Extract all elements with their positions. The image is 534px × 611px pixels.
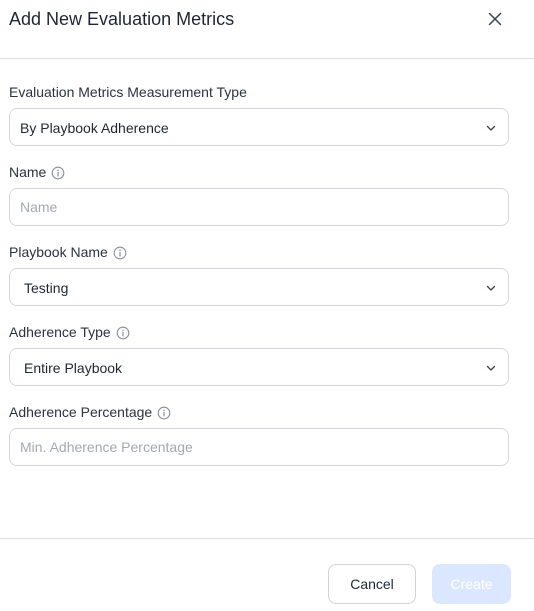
measurement-type-value: By Playbook Adherence bbox=[20, 120, 169, 136]
adherence-percentage-input[interactable] bbox=[10, 429, 508, 465]
dialog-footer: Cancel Create bbox=[0, 538, 534, 611]
measurement-type-label: Evaluation Metrics Measurement Type bbox=[9, 84, 247, 101]
adherence-type-label-text: Adherence Type bbox=[9, 324, 111, 340]
close-button[interactable] bbox=[484, 8, 506, 30]
info-icon[interactable] bbox=[116, 326, 130, 340]
name-input[interactable] bbox=[10, 189, 508, 225]
name-label-text: Name bbox=[9, 164, 47, 180]
chevron-down-icon bbox=[486, 365, 496, 371]
playbook-name-select[interactable]: Testing bbox=[9, 268, 509, 306]
adherence-percentage-field[interactable] bbox=[9, 428, 509, 466]
info-icon[interactable] bbox=[157, 406, 171, 420]
dialog-header: Add New Evaluation Metrics bbox=[0, 0, 534, 59]
adherence-percentage-label-text: Adherence Percentage bbox=[9, 404, 153, 420]
chevron-down-icon bbox=[486, 285, 496, 291]
adherence-type-select[interactable]: Entire Playbook bbox=[9, 348, 509, 386]
info-icon[interactable] bbox=[51, 166, 65, 180]
create-button[interactable]: Create bbox=[432, 564, 511, 604]
cancel-button[interactable]: Cancel bbox=[328, 564, 416, 604]
playbook-name-label: Playbook Name bbox=[9, 244, 127, 261]
name-label: Name bbox=[9, 164, 65, 181]
chevron-down-icon bbox=[486, 125, 496, 131]
close-icon bbox=[488, 12, 502, 26]
measurement-type-label-text: Evaluation Metrics Measurement Type bbox=[9, 84, 247, 100]
adherence-type-label: Adherence Type bbox=[9, 324, 130, 341]
playbook-name-label-text: Playbook Name bbox=[9, 244, 108, 260]
info-icon[interactable] bbox=[113, 246, 127, 260]
adherence-percentage-label: Adherence Percentage bbox=[9, 404, 171, 421]
adherence-type-value: Entire Playbook bbox=[24, 360, 123, 376]
playbook-name-value: Testing bbox=[24, 280, 69, 296]
add-evaluation-metrics-dialog: Add New Evaluation Metrics Evaluation Me… bbox=[0, 0, 534, 611]
measurement-type-select[interactable]: By Playbook Adherence bbox=[9, 108, 509, 146]
dialog-title: Add New Evaluation Metrics bbox=[9, 9, 235, 29]
name-field[interactable] bbox=[9, 188, 509, 226]
